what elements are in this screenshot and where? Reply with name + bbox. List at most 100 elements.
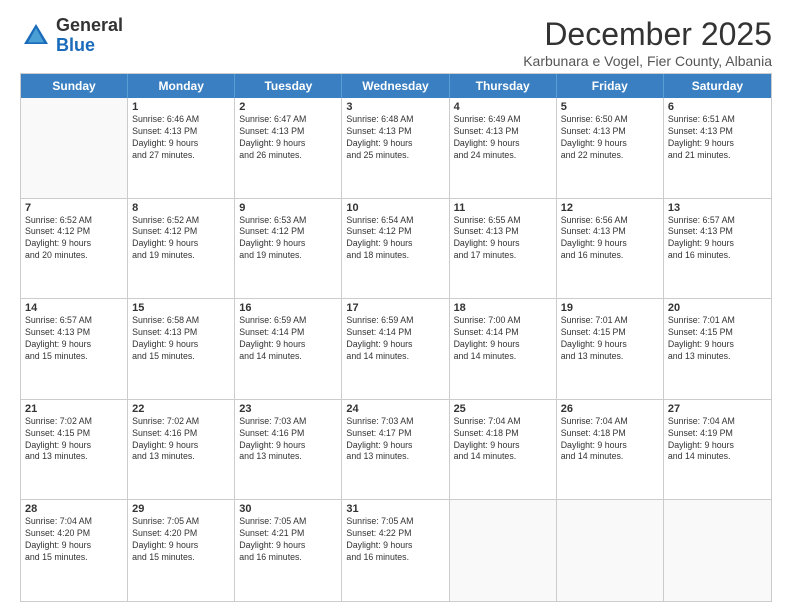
cal-cell: 5Sunrise: 6:50 AM Sunset: 4:13 PM Daylig… — [557, 98, 664, 198]
day-info: Sunrise: 7:04 AM Sunset: 4:18 PM Dayligh… — [561, 416, 659, 464]
day-info: Sunrise: 6:58 AM Sunset: 4:13 PM Dayligh… — [132, 315, 230, 363]
week-row-3: 21Sunrise: 7:02 AM Sunset: 4:15 PM Dayli… — [21, 400, 771, 501]
cal-cell — [664, 500, 771, 601]
day-info: Sunrise: 6:52 AM Sunset: 4:12 PM Dayligh… — [25, 215, 123, 263]
week-row-2: 14Sunrise: 6:57 AM Sunset: 4:13 PM Dayli… — [21, 299, 771, 400]
logo-blue: Blue — [56, 35, 95, 55]
day-number: 17 — [346, 302, 444, 314]
week-row-1: 7Sunrise: 6:52 AM Sunset: 4:12 PM Daylig… — [21, 199, 771, 300]
day-number: 15 — [132, 302, 230, 314]
day-info: Sunrise: 6:59 AM Sunset: 4:14 PM Dayligh… — [239, 315, 337, 363]
day-number: 23 — [239, 403, 337, 415]
cal-cell: 9Sunrise: 6:53 AM Sunset: 4:12 PM Daylig… — [235, 199, 342, 299]
cal-cell: 21Sunrise: 7:02 AM Sunset: 4:15 PM Dayli… — [21, 400, 128, 500]
day-info: Sunrise: 6:54 AM Sunset: 4:12 PM Dayligh… — [346, 215, 444, 263]
day-info: Sunrise: 7:05 AM Sunset: 4:22 PM Dayligh… — [346, 516, 444, 564]
cal-cell: 7Sunrise: 6:52 AM Sunset: 4:12 PM Daylig… — [21, 199, 128, 299]
month-title: December 2025 — [523, 16, 772, 53]
header-day-monday: Monday — [128, 74, 235, 98]
page: General Blue December 2025 Karbunara e V… — [0, 0, 792, 612]
day-number: 29 — [132, 503, 230, 515]
day-number: 6 — [668, 101, 767, 113]
header-day-tuesday: Tuesday — [235, 74, 342, 98]
cal-cell: 24Sunrise: 7:03 AM Sunset: 4:17 PM Dayli… — [342, 400, 449, 500]
day-info: Sunrise: 7:04 AM Sunset: 4:18 PM Dayligh… — [454, 416, 552, 464]
day-info: Sunrise: 7:03 AM Sunset: 4:16 PM Dayligh… — [239, 416, 337, 464]
week-row-4: 28Sunrise: 7:04 AM Sunset: 4:20 PM Dayli… — [21, 500, 771, 601]
logo-icon — [20, 20, 52, 52]
day-number: 27 — [668, 403, 767, 415]
header-day-wednesday: Wednesday — [342, 74, 449, 98]
day-number: 9 — [239, 202, 337, 214]
cal-cell: 15Sunrise: 6:58 AM Sunset: 4:13 PM Dayli… — [128, 299, 235, 399]
day-info: Sunrise: 7:04 AM Sunset: 4:20 PM Dayligh… — [25, 516, 123, 564]
day-number: 1 — [132, 101, 230, 113]
day-number: 21 — [25, 403, 123, 415]
day-info: Sunrise: 7:00 AM Sunset: 4:14 PM Dayligh… — [454, 315, 552, 363]
location-subtitle: Karbunara e Vogel, Fier County, Albania — [523, 53, 772, 69]
day-info: Sunrise: 7:02 AM Sunset: 4:16 PM Dayligh… — [132, 416, 230, 464]
day-number: 14 — [25, 302, 123, 314]
cal-cell: 28Sunrise: 7:04 AM Sunset: 4:20 PM Dayli… — [21, 500, 128, 601]
day-number: 24 — [346, 403, 444, 415]
cal-cell: 8Sunrise: 6:52 AM Sunset: 4:12 PM Daylig… — [128, 199, 235, 299]
cal-cell — [450, 500, 557, 601]
logo-general: General — [56, 15, 123, 35]
day-info: Sunrise: 7:02 AM Sunset: 4:15 PM Dayligh… — [25, 416, 123, 464]
cal-cell: 11Sunrise: 6:55 AM Sunset: 4:13 PM Dayli… — [450, 199, 557, 299]
title-block: December 2025 Karbunara e Vogel, Fier Co… — [523, 16, 772, 69]
day-number: 4 — [454, 101, 552, 113]
header-day-sunday: Sunday — [21, 74, 128, 98]
day-info: Sunrise: 7:05 AM Sunset: 4:20 PM Dayligh… — [132, 516, 230, 564]
day-info: Sunrise: 6:59 AM Sunset: 4:14 PM Dayligh… — [346, 315, 444, 363]
day-number: 7 — [25, 202, 123, 214]
cal-cell: 19Sunrise: 7:01 AM Sunset: 4:15 PM Dayli… — [557, 299, 664, 399]
cal-cell: 3Sunrise: 6:48 AM Sunset: 4:13 PM Daylig… — [342, 98, 449, 198]
day-number: 18 — [454, 302, 552, 314]
week-row-0: 1Sunrise: 6:46 AM Sunset: 4:13 PM Daylig… — [21, 98, 771, 199]
day-info: Sunrise: 6:52 AM Sunset: 4:12 PM Dayligh… — [132, 215, 230, 263]
calendar: SundayMondayTuesdayWednesdayThursdayFrid… — [20, 73, 772, 602]
header-day-thursday: Thursday — [450, 74, 557, 98]
cal-cell: 27Sunrise: 7:04 AM Sunset: 4:19 PM Dayli… — [664, 400, 771, 500]
day-number: 30 — [239, 503, 337, 515]
day-info: Sunrise: 6:56 AM Sunset: 4:13 PM Dayligh… — [561, 215, 659, 263]
day-info: Sunrise: 6:55 AM Sunset: 4:13 PM Dayligh… — [454, 215, 552, 263]
day-info: Sunrise: 6:47 AM Sunset: 4:13 PM Dayligh… — [239, 114, 337, 162]
cal-cell: 12Sunrise: 6:56 AM Sunset: 4:13 PM Dayli… — [557, 199, 664, 299]
day-number: 5 — [561, 101, 659, 113]
cal-cell: 6Sunrise: 6:51 AM Sunset: 4:13 PM Daylig… — [664, 98, 771, 198]
day-number: 28 — [25, 503, 123, 515]
cal-cell: 10Sunrise: 6:54 AM Sunset: 4:12 PM Dayli… — [342, 199, 449, 299]
day-info: Sunrise: 6:49 AM Sunset: 4:13 PM Dayligh… — [454, 114, 552, 162]
cal-cell: 20Sunrise: 7:01 AM Sunset: 4:15 PM Dayli… — [664, 299, 771, 399]
cal-cell: 17Sunrise: 6:59 AM Sunset: 4:14 PM Dayli… — [342, 299, 449, 399]
day-info: Sunrise: 7:03 AM Sunset: 4:17 PM Dayligh… — [346, 416, 444, 464]
logo: General Blue — [20, 16, 123, 56]
cal-cell: 1Sunrise: 6:46 AM Sunset: 4:13 PM Daylig… — [128, 98, 235, 198]
cal-cell: 13Sunrise: 6:57 AM Sunset: 4:13 PM Dayli… — [664, 199, 771, 299]
cal-cell: 25Sunrise: 7:04 AM Sunset: 4:18 PM Dayli… — [450, 400, 557, 500]
cal-cell: 31Sunrise: 7:05 AM Sunset: 4:22 PM Dayli… — [342, 500, 449, 601]
day-number: 11 — [454, 202, 552, 214]
day-number: 31 — [346, 503, 444, 515]
day-number: 19 — [561, 302, 659, 314]
calendar-header: SundayMondayTuesdayWednesdayThursdayFrid… — [21, 74, 771, 98]
day-number: 10 — [346, 202, 444, 214]
calendar-body: 1Sunrise: 6:46 AM Sunset: 4:13 PM Daylig… — [21, 98, 771, 601]
cal-cell: 26Sunrise: 7:04 AM Sunset: 4:18 PM Dayli… — [557, 400, 664, 500]
day-info: Sunrise: 6:53 AM Sunset: 4:12 PM Dayligh… — [239, 215, 337, 263]
day-number: 22 — [132, 403, 230, 415]
day-info: Sunrise: 6:48 AM Sunset: 4:13 PM Dayligh… — [346, 114, 444, 162]
cal-cell: 14Sunrise: 6:57 AM Sunset: 4:13 PM Dayli… — [21, 299, 128, 399]
day-number: 20 — [668, 302, 767, 314]
day-number: 8 — [132, 202, 230, 214]
day-info: Sunrise: 6:46 AM Sunset: 4:13 PM Dayligh… — [132, 114, 230, 162]
day-info: Sunrise: 6:57 AM Sunset: 4:13 PM Dayligh… — [25, 315, 123, 363]
day-info: Sunrise: 7:01 AM Sunset: 4:15 PM Dayligh… — [561, 315, 659, 363]
day-number: 12 — [561, 202, 659, 214]
cal-cell: 30Sunrise: 7:05 AM Sunset: 4:21 PM Dayli… — [235, 500, 342, 601]
day-info: Sunrise: 7:04 AM Sunset: 4:19 PM Dayligh… — [668, 416, 767, 464]
day-number: 2 — [239, 101, 337, 113]
day-number: 13 — [668, 202, 767, 214]
